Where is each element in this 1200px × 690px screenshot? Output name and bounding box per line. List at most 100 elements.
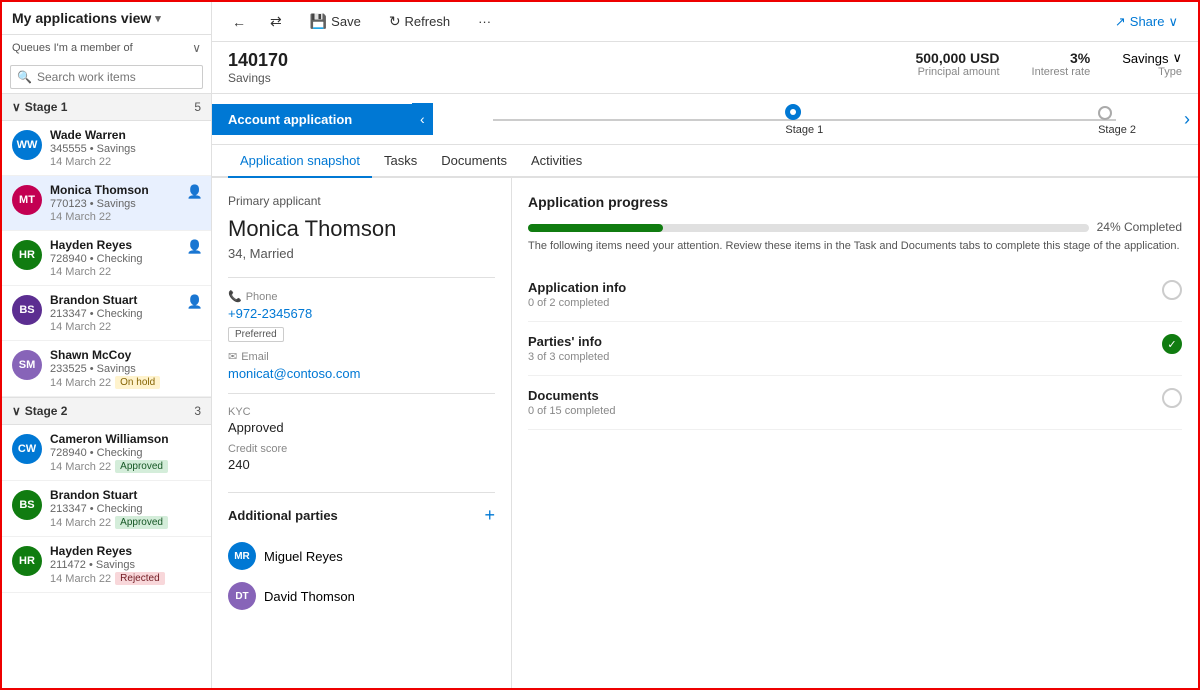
applicant-name: Monica Thomson	[228, 216, 495, 242]
party-name: Miguel Reyes	[264, 549, 343, 564]
stage-bar: Account application ‹ Stage 1 Stage 2 ›	[212, 94, 1198, 145]
back-icon: ←	[232, 14, 246, 30]
refresh-label: Refresh	[405, 14, 451, 29]
tab-application-snapshot[interactable]: Application snapshot	[228, 145, 372, 178]
list-item[interactable]: HR Hayden Reyes 728940 • Checking 14 Mar…	[2, 231, 211, 286]
progress-pct: 24% Completed	[1097, 220, 1182, 234]
stage1-header[interactable]: ∨ Stage 1 5	[2, 93, 211, 121]
stage1-dot	[785, 104, 801, 120]
save-label: Save	[331, 14, 361, 29]
stage-bar-active-label: Account application	[228, 112, 352, 127]
avatar: WW	[12, 130, 42, 160]
stage1-label: Stage 1	[785, 124, 823, 136]
queues-chevron[interactable]: ∨	[192, 41, 201, 55]
person-icon: 👤	[187, 294, 203, 310]
item-info: Wade Warren 345555 • Savings 14 March 22	[50, 128, 201, 168]
avatar: HR	[12, 546, 42, 576]
list-item[interactable]: MT Monica Thomson 770123 • Savings 14 Ma…	[2, 176, 211, 231]
item-info: Hayden Reyes 211472 • Savings 14 March 2…	[50, 544, 201, 585]
share-chevron: ∨	[1168, 14, 1178, 30]
list-item[interactable]: SM Shawn McCoy 233525 • Savings 14 March…	[2, 341, 211, 397]
stage2-dot	[1098, 106, 1112, 120]
party-avatar: DT	[228, 582, 256, 610]
queues-label: Queues I'm a member of	[12, 42, 133, 54]
list-item[interactable]: CW Cameron Williamson 728940 • Checking …	[2, 425, 211, 481]
progress-bar-outer	[528, 224, 1089, 232]
save-icon: 💾	[310, 13, 327, 30]
back-button[interactable]: ←	[224, 10, 254, 34]
refresh-button[interactable]: ↻ Refresh	[381, 9, 458, 34]
section-title: Primary applicant	[228, 194, 495, 208]
record-header: 140170 Savings 500,000 USD Principal amo…	[212, 42, 1198, 94]
avatar: BS	[12, 295, 42, 325]
stage2-header[interactable]: ∨ Stage 2 3	[2, 397, 211, 425]
check-circle	[1162, 280, 1182, 300]
savings-label: Type	[1122, 66, 1182, 78]
additional-parties-section: Additional parties + MR Miguel Reyes DT …	[228, 505, 495, 616]
stage2-dot-container: Stage 2	[1098, 106, 1136, 136]
stage1-dot-container: Stage 1	[785, 104, 823, 136]
principal-value: 500,000 USD	[915, 50, 999, 66]
refresh-nav-button[interactable]: ⇄	[262, 9, 290, 34]
search-input[interactable]	[10, 65, 203, 89]
refresh-icon: ↻	[389, 13, 401, 30]
left-panel: Primary applicant Monica Thomson 34, Mar…	[212, 178, 512, 688]
phone-value[interactable]: +972-2345678	[228, 306, 495, 321]
stage2-label: ∨ Stage 2	[12, 404, 67, 418]
stage1-label: ∨ Stage 1	[12, 100, 67, 114]
stage-bar-active: Account application	[212, 104, 412, 135]
checklist-left: Parties' info 3 of 3 completed	[528, 334, 609, 363]
share-icon: ↗	[1115, 14, 1126, 30]
record-fields: 500,000 USD Principal amount 3% Interest…	[915, 50, 1182, 78]
principal-label: Principal amount	[915, 66, 999, 78]
save-button[interactable]: 💾 Save	[302, 9, 369, 34]
progress-bar-inner	[528, 224, 663, 232]
list-item[interactable]: WW Wade Warren 345555 • Savings 14 March…	[2, 121, 211, 176]
stage-bar-prev[interactable]: ‹	[412, 103, 433, 135]
record-field-interest: 3% Interest rate	[1032, 50, 1091, 78]
share-button[interactable]: ↗ Share ∨	[1107, 10, 1186, 34]
record-id: 140170	[228, 50, 288, 71]
savings-chevron: ∨	[1172, 50, 1182, 66]
topbar: ← ⇄ 💾 Save ↻ Refresh ··· ↗ Share ∨	[212, 2, 1198, 42]
stage-bar-next[interactable]: ›	[1176, 101, 1198, 138]
more-icon: ···	[478, 14, 491, 29]
checklist-item: Documents 0 of 15 completed	[528, 376, 1182, 430]
stage2-label-text: Stage 2	[25, 404, 68, 418]
stage1-dot-inner	[790, 109, 796, 115]
list-item[interactable]: BS Brandon Stuart 213347 • Checking 14 M…	[2, 286, 211, 341]
sidebar-title[interactable]: My applications view ▾	[12, 10, 161, 26]
sidebar-header: My applications view ▾	[2, 2, 211, 35]
tab-activities[interactable]: Activities	[519, 145, 594, 178]
phone-label: 📞 Phone	[228, 290, 495, 303]
item-info: Monica Thomson 770123 • Savings 14 March…	[50, 183, 201, 223]
primary-applicant-section: Primary applicant Monica Thomson 34, Mar…	[228, 194, 495, 472]
tab-documents[interactable]: Documents	[429, 145, 519, 178]
preferred-badge: Preferred	[228, 327, 284, 342]
checklist-left: Documents 0 of 15 completed	[528, 388, 615, 417]
more-button[interactable]: ···	[470, 10, 499, 33]
topbar-nav: ← ⇄	[224, 9, 290, 34]
check-circle-done: ✓	[1162, 334, 1182, 354]
party-avatar: MR	[228, 542, 256, 570]
tab-tasks[interactable]: Tasks	[372, 145, 429, 178]
list-item[interactable]: BS Brandon Stuart 213347 • Checking 14 M…	[2, 481, 211, 537]
sidebar-content: ∨ Stage 1 5 WW Wade Warren 345555 • Savi…	[2, 93, 211, 688]
avatar: CW	[12, 434, 42, 464]
refresh-nav-icon: ⇄	[270, 13, 282, 30]
tabs: Application snapshot Tasks Documents Act…	[212, 145, 1198, 178]
record-field-principal: 500,000 USD Principal amount	[915, 50, 999, 78]
stage2-chevron: ∨	[12, 404, 21, 418]
add-party-button[interactable]: +	[484, 505, 495, 526]
stage-bar-progress: Stage 1 Stage 2	[433, 94, 1176, 144]
progress-note: The following items need your attention.…	[528, 240, 1182, 252]
email-value[interactable]: monicat@contoso.com	[228, 366, 495, 381]
savings-dropdown[interactable]: Savings ∨	[1122, 50, 1182, 66]
checklist-item: Application info 0 of 2 completed	[528, 268, 1182, 322]
record-field-type: Savings ∨ Type	[1122, 50, 1182, 78]
record-id-block: 140170 Savings	[228, 50, 288, 85]
email-icon: ✉	[228, 350, 237, 363]
progress-section: Application progress 24% Completed The f…	[528, 194, 1182, 430]
item-info: Brandon Stuart 213347 • Checking 14 Marc…	[50, 293, 201, 333]
list-item[interactable]: HR Hayden Reyes 211472 • Savings 14 Marc…	[2, 537, 211, 593]
